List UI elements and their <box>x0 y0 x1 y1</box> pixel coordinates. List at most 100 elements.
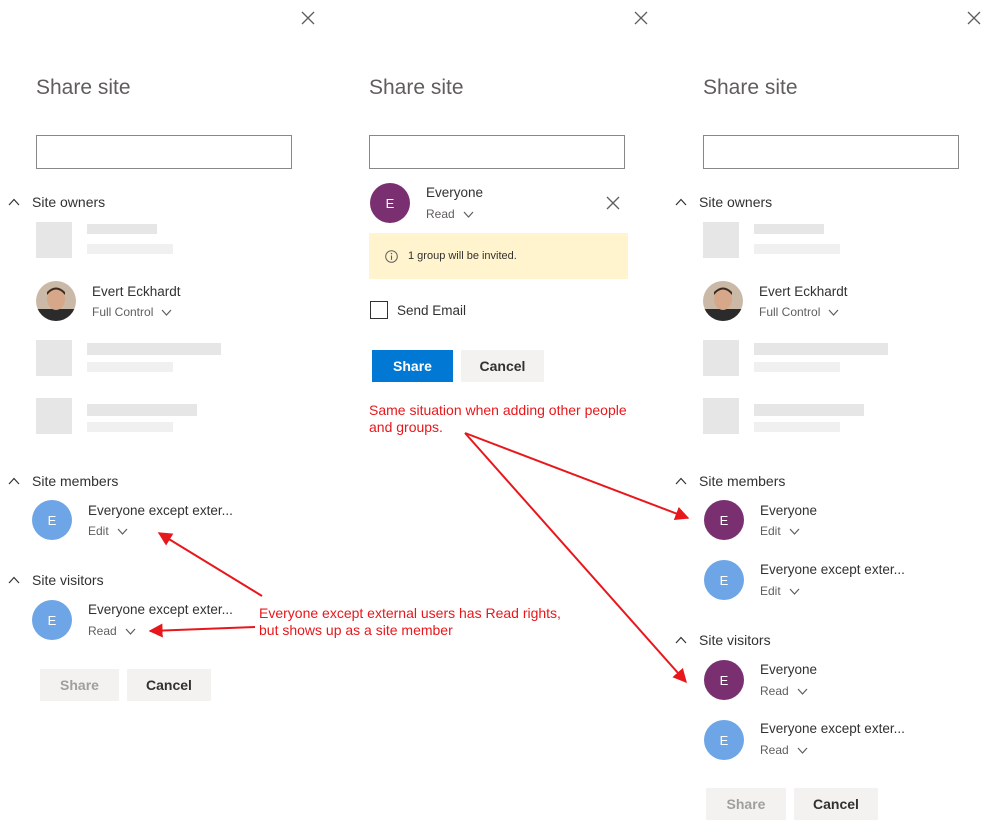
chevron-down-icon <box>789 588 800 595</box>
site-visitors-header[interactable]: Site visitors <box>8 572 104 588</box>
remove-invitee-icon[interactable] <box>606 196 620 210</box>
share-button[interactable]: Share <box>706 788 786 820</box>
arrow-to-members <box>464 432 690 521</box>
page-title: Share site <box>36 76 131 99</box>
send-email-label: Send Email <box>397 303 467 318</box>
permission-label: Read <box>760 684 789 698</box>
permission-dropdown[interactable]: Read <box>426 207 474 221</box>
close-icon[interactable] <box>634 11 648 25</box>
page-title: Share site <box>703 76 798 99</box>
chevron-up-icon <box>675 477 687 485</box>
permission-dropdown[interactable]: Edit <box>760 524 800 538</box>
cancel-button[interactable]: Cancel <box>461 350 544 382</box>
permission-dropdown[interactable]: Edit <box>760 584 800 598</box>
chevron-up-icon <box>675 198 687 206</box>
section-label: Site visitors <box>699 632 771 648</box>
chevron-up-icon <box>675 636 687 644</box>
site-members-header[interactable]: Site members <box>675 473 785 489</box>
chevron-down-icon <box>463 211 474 218</box>
permission-label: Full Control <box>92 305 154 319</box>
person-name: Everyone except exter... <box>88 503 233 518</box>
avatar <box>36 222 72 258</box>
page-title: Share site <box>369 76 464 99</box>
chevron-down-icon <box>797 747 808 754</box>
permission-dropdown[interactable]: Full Control <box>92 305 172 319</box>
chevron-down-icon <box>125 628 136 635</box>
annotation-top: Same situation when adding other people … <box>369 402 627 436</box>
avatar: E <box>704 500 744 540</box>
redacted-name <box>754 343 888 355</box>
share-button[interactable]: Share <box>372 350 453 382</box>
permission-label: Read <box>760 743 789 757</box>
chevron-down-icon <box>117 528 128 535</box>
person-name: Everyone except exter... <box>760 562 905 577</box>
redacted-permission <box>754 422 840 432</box>
notice-text: 1 group will be invited. <box>408 250 517 262</box>
avatar: E <box>704 660 744 700</box>
person-name: Everyone <box>426 185 484 200</box>
redacted-name <box>87 404 197 416</box>
close-icon[interactable] <box>301 11 315 25</box>
permission-dropdown[interactable]: Full Control <box>759 305 839 319</box>
person-name: Evert Eckhardt <box>759 284 848 299</box>
section-label: Site members <box>699 473 786 489</box>
avatar: E <box>704 560 744 600</box>
person-name: Evert Eckhardt <box>92 284 181 299</box>
search-input[interactable] <box>36 135 292 169</box>
redacted-name <box>754 404 864 416</box>
site-visitors-header[interactable]: Site visitors <box>675 632 771 648</box>
avatar <box>36 398 72 434</box>
avatar <box>703 340 739 376</box>
chevron-down-icon <box>797 688 808 695</box>
site-members-header[interactable]: Site members <box>8 473 118 489</box>
avatar <box>36 340 72 376</box>
send-email-checkbox[interactable] <box>370 301 388 319</box>
info-icon <box>385 249 398 263</box>
redacted-permission <box>87 244 173 254</box>
chevron-down-icon <box>828 309 839 316</box>
invite-notice: 1 group will be invited. <box>369 233 628 279</box>
chevron-up-icon <box>8 576 20 584</box>
section-label: Site owners <box>699 194 773 210</box>
search-input[interactable] <box>369 135 625 169</box>
avatar <box>703 222 739 258</box>
share-button[interactable]: Share <box>40 669 119 701</box>
permission-dropdown[interactable]: Edit <box>88 524 128 538</box>
arrow-to-visitors <box>464 432 687 684</box>
permission-dropdown[interactable]: Read <box>88 624 136 638</box>
redacted-name <box>87 343 221 355</box>
chevron-down-icon <box>161 309 172 316</box>
chevron-up-icon <box>8 198 20 206</box>
person-name: Everyone <box>760 503 818 518</box>
annotation-line: Everyone except external users has Read … <box>259 605 561 621</box>
search-input[interactable] <box>703 135 959 169</box>
permission-dropdown[interactable]: Read <box>760 743 808 757</box>
redacted-permission <box>87 422 173 432</box>
person-name: Everyone except exter... <box>88 602 233 617</box>
cancel-button[interactable]: Cancel <box>127 669 211 701</box>
site-owners-header[interactable]: Site owners <box>8 194 105 210</box>
annotation-line: Same situation when adding other people <box>369 402 627 418</box>
permission-label: Edit <box>760 524 781 538</box>
redacted-permission <box>754 244 840 254</box>
cancel-button[interactable]: Cancel <box>794 788 878 820</box>
permission-label: Edit <box>760 584 781 598</box>
avatar <box>703 398 739 434</box>
chevron-down-icon <box>789 528 800 535</box>
avatar: E <box>704 720 744 760</box>
arrow-to-member-edit <box>157 532 263 597</box>
avatar <box>36 281 76 321</box>
site-owners-header[interactable]: Site owners <box>675 194 772 210</box>
avatar <box>703 281 743 321</box>
redacted-name <box>754 224 824 234</box>
permission-label: Full Control <box>759 305 821 319</box>
person-name: Everyone except exter... <box>760 721 905 736</box>
permission-label: Read <box>426 207 455 221</box>
redacted-permission <box>754 362 840 372</box>
section-label: Site owners <box>32 194 106 210</box>
close-icon[interactable] <box>967 11 981 25</box>
permission-label: Edit <box>88 524 109 538</box>
person-name: Everyone <box>760 662 818 677</box>
annotation-line: but shows up as a site member <box>259 622 453 638</box>
permission-dropdown[interactable]: Read <box>760 684 808 698</box>
